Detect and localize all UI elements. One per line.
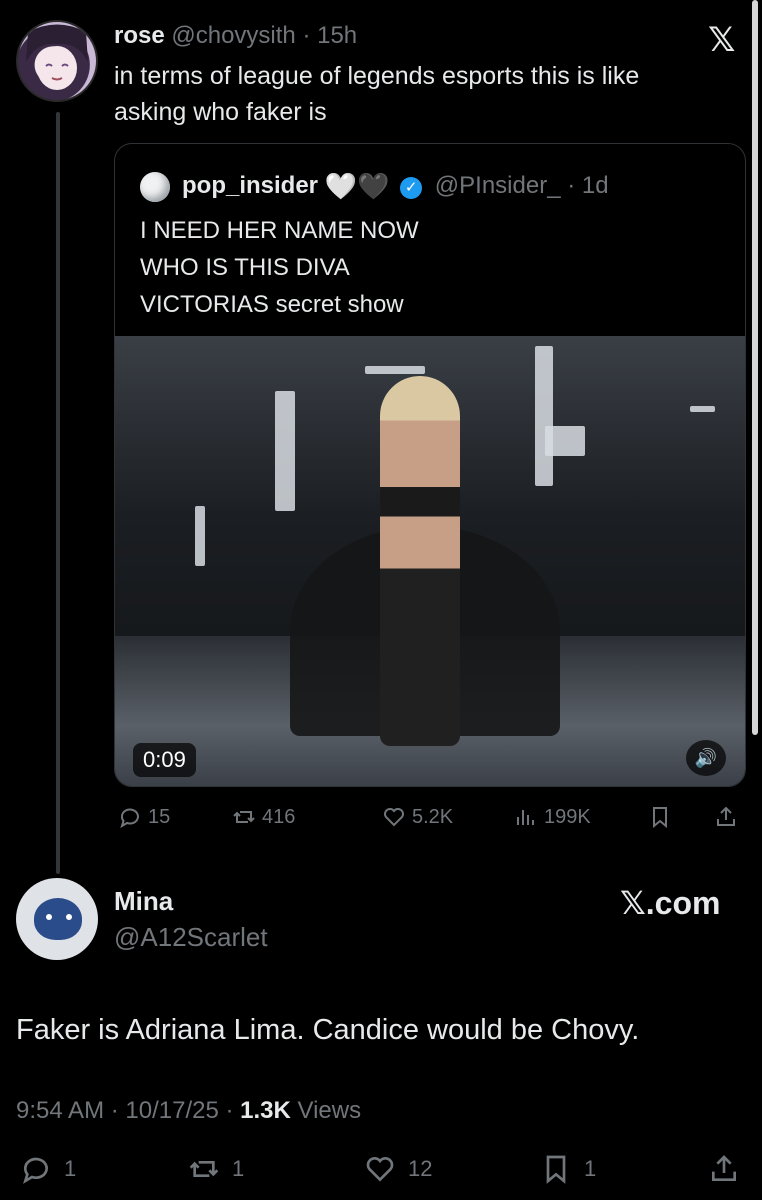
video-light (365, 366, 425, 374)
repost-icon (233, 811, 255, 823)
reply-bookmark-count: 1 (584, 1156, 597, 1181)
quoted-text-line-2: WHO IS THIS DIVA (140, 254, 350, 281)
bookmark-icon (653, 807, 667, 829)
reply-date[interactable]: 10/17/25 (125, 1097, 218, 1124)
x-com-watermark: 𝕏.com (620, 885, 721, 921)
quoted-text-line-3: VICTORIAS secret show (140, 291, 404, 318)
avatar-eye (66, 914, 72, 920)
reply-bookmark-button[interactable]: 1 (540, 1153, 596, 1185)
mina-avatar[interactable] (16, 878, 98, 960)
reply-button[interactable]: 15 (118, 805, 170, 829)
quoted-text-line-1: I NEED HER NAME NOW (140, 217, 419, 244)
original-tweet-header: rose @chovysith · 15h (114, 22, 357, 50)
heart-icon (384, 808, 404, 827)
avatar-eye (46, 914, 52, 920)
author-name[interactable]: rose (114, 22, 165, 49)
reply-share-button[interactable] (708, 1153, 752, 1185)
heart-icon (366, 1157, 394, 1182)
original-tweet-text: in terms of league of legends esports th… (114, 62, 640, 126)
reply-reply-button[interactable]: 1 (20, 1153, 76, 1185)
quoted-tweet-header: pop_insider 🤍🖤 ✓ @PInsider_ · 1d (182, 170, 609, 202)
reply-icon (120, 808, 139, 829)
share-button[interactable] (714, 805, 744, 829)
reply-like-count: 12 (408, 1156, 433, 1181)
video-runway-model (380, 376, 460, 746)
quoted-author-handle[interactable]: @PInsider_ (435, 172, 561, 199)
repost-button[interactable]: 416 (232, 805, 295, 829)
reply-views-count: 1.3K (240, 1097, 291, 1124)
video-light (195, 506, 205, 566)
reply-author-name[interactable]: Mina (114, 886, 173, 917)
repost-icon (189, 1161, 219, 1177)
reply-count: 15 (148, 805, 171, 828)
reply-author-handle[interactable]: @A12Scarlet (114, 922, 268, 953)
reply-text: Faker is Adriana Lima. Candice would be … (16, 1014, 640, 1046)
reply-views-label: Views (297, 1097, 362, 1124)
video-timestamp: 0:09 (133, 743, 196, 777)
share-icon (712, 1155, 736, 1181)
video-light (545, 426, 585, 456)
quoted-tweet-time[interactable]: · 1d (567, 172, 608, 199)
video-light (275, 391, 295, 511)
quoted-author-avatar[interactable] (140, 172, 170, 202)
volume-icon[interactable]: 🔊 (686, 740, 726, 776)
like-count: 5.2K (412, 805, 454, 828)
avatar-blob-shape (34, 898, 82, 940)
scrollbar[interactable] (752, 0, 758, 735)
video-light (535, 346, 553, 486)
bookmark-icon (546, 1155, 566, 1184)
repost-count: 416 (262, 805, 296, 828)
views-chart-icon (517, 810, 534, 825)
x-logo-icon: 𝕏 (708, 21, 736, 59)
thread-connector-line (56, 112, 60, 874)
tweet-time[interactable]: · 15h (302, 22, 357, 49)
reply-reply-count: 1 (64, 1156, 77, 1181)
like-button[interactable]: 5.2K (382, 805, 453, 829)
reply-repost-count: 1 (232, 1156, 245, 1181)
reply-time[interactable]: 9:54 AM (16, 1097, 104, 1124)
views-button[interactable]: 199K (514, 805, 591, 829)
rose-avatar[interactable] (16, 20, 98, 102)
reply-meta: 9:54 AM · 10/17/25 · 1.3K Views (16, 1097, 362, 1124)
author-handle[interactable]: @chovysith (171, 22, 295, 49)
bookmark-button[interactable] (648, 805, 678, 829)
heart-emoji-icons: 🤍🖤 (324, 171, 390, 201)
video-light (690, 406, 715, 412)
views-count: 199K (544, 805, 591, 828)
quoted-author-name[interactable]: pop_insider (182, 172, 318, 199)
verified-badge-icon: ✓ (400, 177, 423, 199)
video-player[interactable] (115, 336, 745, 786)
reply-icon (23, 1157, 48, 1184)
reply-like-button[interactable]: 12 (364, 1153, 432, 1185)
share-icon (717, 806, 735, 826)
reply-repost-button[interactable]: 1 (188, 1153, 244, 1185)
